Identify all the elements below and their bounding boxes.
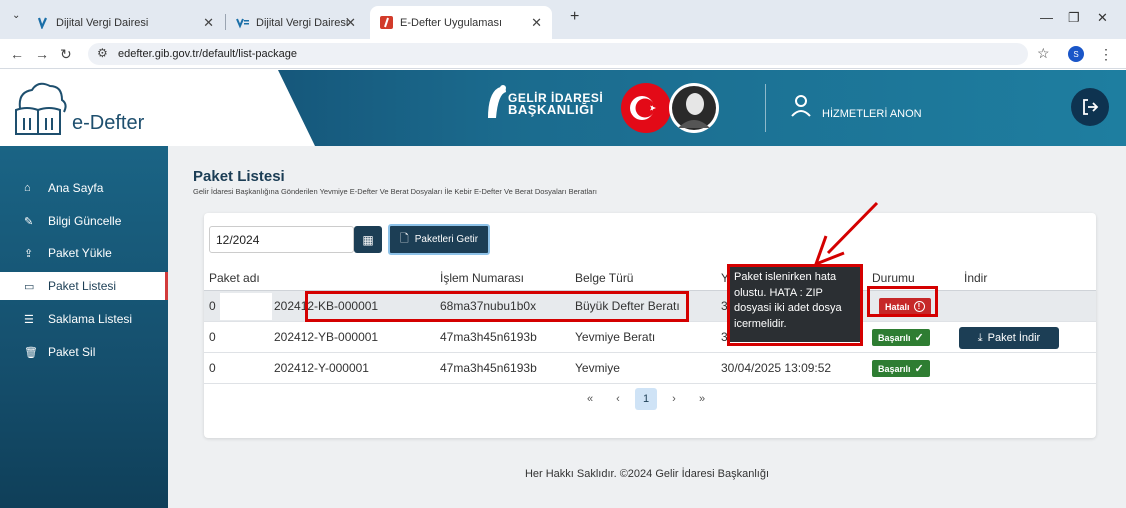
annotation-arrow [813,201,879,267]
